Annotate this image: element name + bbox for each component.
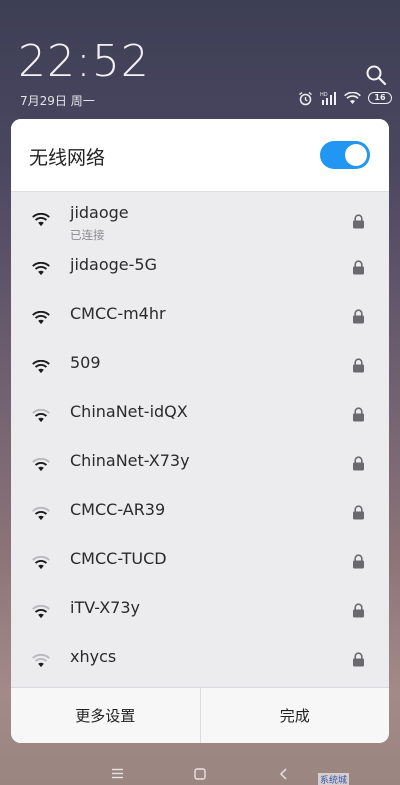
lock-icon (353, 358, 364, 373)
lock-icon (353, 260, 364, 275)
svg-text:HD: HD (320, 92, 328, 98)
home-icon[interactable] (194, 768, 206, 780)
network-ssid: iTV-X73y (70, 598, 140, 617)
lock-icon (353, 407, 364, 422)
network-ssid: ChinaNet-idQX (70, 402, 188, 421)
toggle-knob (345, 144, 367, 166)
menu-icon[interactable] (111, 768, 124, 779)
network-ssid: CMCC-AR39 (70, 500, 166, 519)
wifi-panel: 无线网络 jidaoge 已连接 jidaoge-5G CMCC-m4hr 509 Chi… (11, 119, 389, 743)
alarm-icon (299, 91, 312, 105)
lock-icon (353, 505, 364, 520)
network-list[interactable]: jidaoge 已连接 jidaoge-5G CMCC-m4hr 509 ChinaNet… (11, 193, 389, 687)
panel-footer: 更多设置 完成 (11, 687, 389, 743)
network-ssid: jidaoge-5G (70, 255, 157, 274)
lock-icon (353, 214, 364, 229)
network-row[interactable]: CMCC-m4hr (11, 291, 389, 340)
wifi-signal-icon (32, 311, 50, 325)
network-ssid: jidaoge (70, 203, 129, 222)
network-row[interactable]: xhycs (11, 634, 389, 683)
system-status-icons: HD 16 (298, 90, 392, 106)
network-row[interactable]: CMCC-TUCD (11, 536, 389, 585)
wifi-signal-icon (32, 458, 50, 472)
back-icon[interactable] (279, 768, 288, 780)
wifi-signal-icon (32, 213, 50, 227)
network-ssid: xhycs (70, 647, 117, 666)
network-ssid: CMCC-TUCD (70, 549, 167, 568)
wifi-toggle[interactable] (320, 141, 370, 169)
battery-indicator: 16 (368, 92, 392, 104)
wifi-signal-icon (32, 605, 50, 619)
network-row[interactable]: jidaoge-5G (11, 242, 389, 291)
lock-icon (353, 456, 364, 471)
wifi-signal-icon (32, 409, 50, 423)
lockscreen-status-area: 22:52 7月29日 周一 HD 16 (0, 0, 400, 118)
connection-status: 已连接 (70, 228, 105, 242)
lock-icon (353, 652, 364, 667)
clock: 22:52 (18, 36, 150, 87)
wifi-signal-icon (32, 556, 50, 570)
wifi-signal-icon (32, 654, 50, 668)
more-settings-button[interactable]: 更多设置 (11, 688, 200, 743)
network-row[interactable]: jidaoge 已连接 (11, 193, 389, 242)
wifi-signal-icon (32, 360, 50, 374)
network-row[interactable]: CMCC-AR39 (11, 487, 389, 536)
network-ssid: ChinaNet-X73y (70, 451, 190, 470)
lock-icon (353, 603, 364, 618)
lock-icon (353, 309, 364, 324)
panel-title: 无线网络 (29, 147, 106, 169)
watermark: 系统城 (318, 773, 350, 785)
wifi-panel-header: 无线网络 (11, 119, 389, 192)
network-row[interactable]: 509 (11, 340, 389, 389)
network-row[interactable]: iTV-X73y (11, 585, 389, 634)
lock-icon (353, 554, 364, 569)
network-ssid: CMCC-m4hr (70, 304, 166, 323)
wifi-signal-icon (32, 507, 50, 521)
network-row[interactable]: ChinaNet-X73y (11, 438, 389, 487)
network-ssid: 509 (70, 353, 101, 372)
search-icon[interactable] (365, 64, 387, 86)
wifi-status-icon (344, 91, 361, 104)
date: 7月29日 周一 (20, 94, 95, 108)
signal-hd-icon: HD (320, 92, 336, 105)
wifi-signal-icon (32, 262, 50, 276)
network-row[interactable]: ChinaNet-idQX (11, 389, 389, 438)
done-button[interactable]: 完成 (201, 688, 390, 743)
